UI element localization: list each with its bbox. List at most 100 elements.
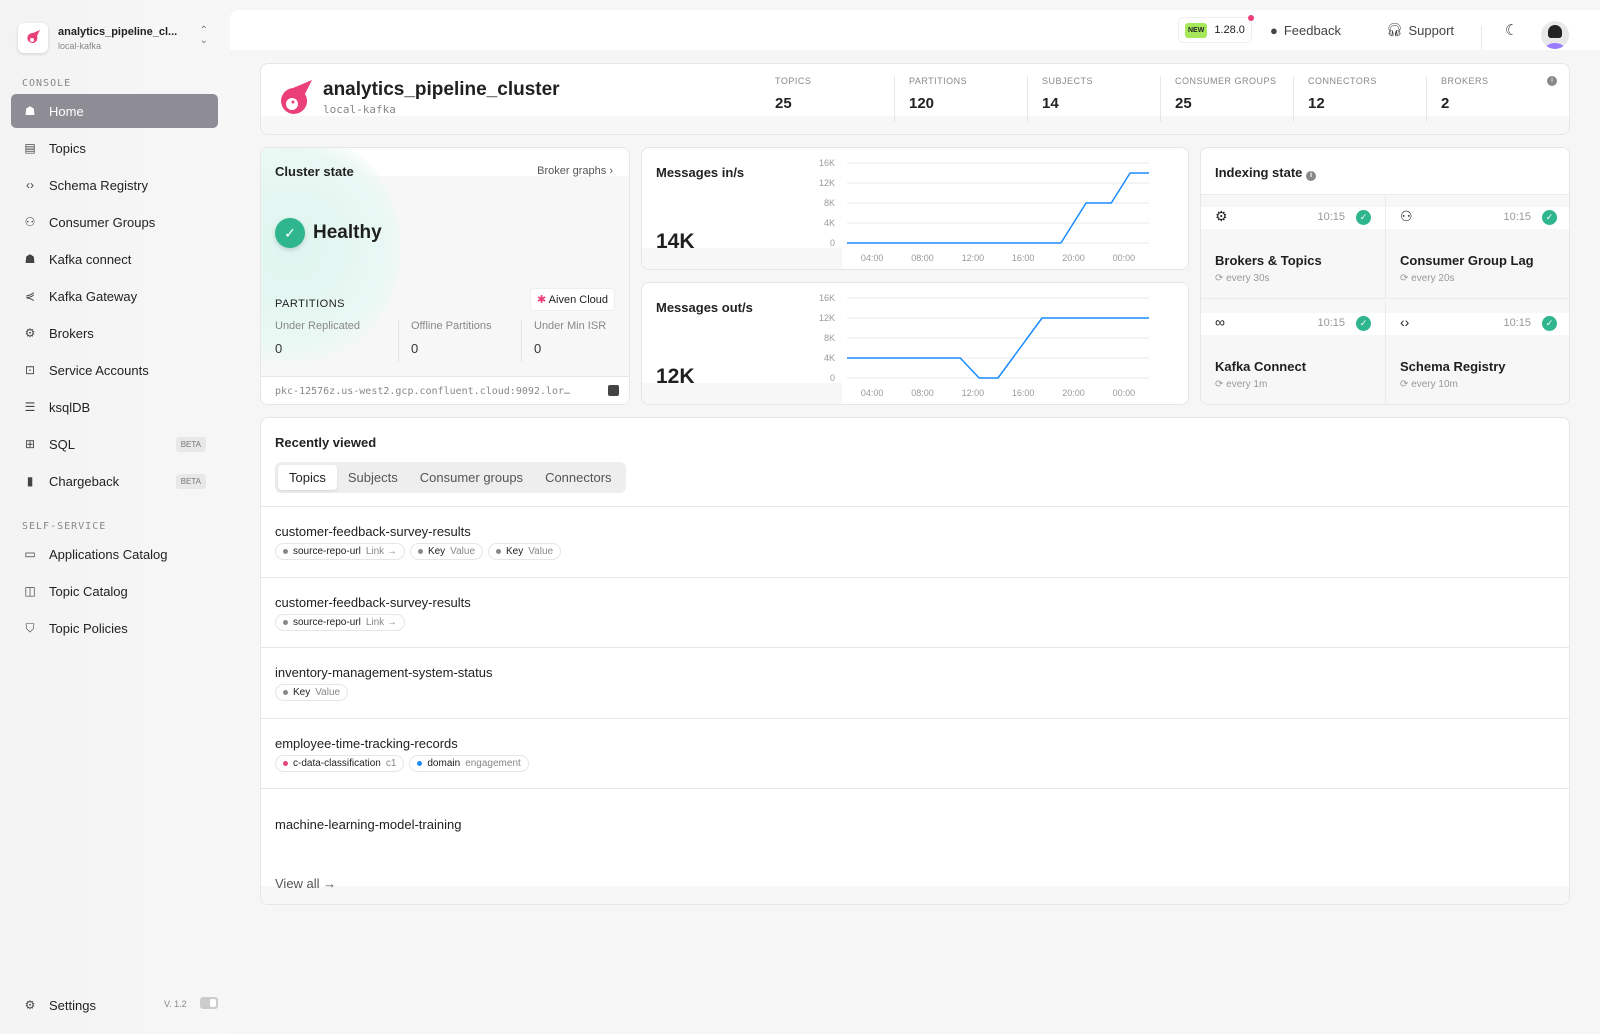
stat-partitions: PARTITIONS 120 xyxy=(894,76,967,122)
sidebar-item-settings[interactable]: ⚙ Settings xyxy=(11,988,218,1022)
topics-icon: ▤ xyxy=(24,141,36,155)
chevron-up-down-icon[interactable]: ⌃ ⌄ xyxy=(200,26,208,46)
topic-name[interactable]: customer-feedback-survey-results xyxy=(275,524,471,539)
dot-icon xyxy=(417,760,423,766)
sidebar-item-service-accounts[interactable]: ⊡ Service Accounts xyxy=(11,353,218,387)
dark-mode-moon-icon[interactable]: ☾ xyxy=(1505,10,1518,50)
chip-key: source-repo-url xyxy=(293,616,361,628)
recent-topic-row[interactable]: machine-learning-model-training xyxy=(261,788,1569,858)
y-tick-label: 4K xyxy=(824,353,835,363)
sidebar-item-topic-policies[interactable]: ⛉ Topic Policies xyxy=(11,611,218,645)
tab-subjects[interactable]: Subjects xyxy=(337,465,409,490)
index-time: 10:15 xyxy=(1317,211,1345,223)
chip-key: c-data-classification xyxy=(293,757,381,769)
tab-consumer-groups[interactable]: Consumer groups xyxy=(409,465,534,490)
avatar[interactable] xyxy=(1541,21,1569,49)
cluster-env: local-kafka xyxy=(323,103,396,116)
broker-graphs-link[interactable]: Broker graphs › xyxy=(537,165,613,177)
interval-text: every 20s xyxy=(1411,273,1455,284)
new-badge: NEW xyxy=(1185,22,1208,38)
label-chip[interactable]: source-repo-url Link → xyxy=(275,613,405,631)
beta-badge: BETA xyxy=(175,473,206,489)
support-button[interactable]: 🎧︎ Support xyxy=(1386,10,1454,50)
topic-name[interactable]: machine-learning-model-training xyxy=(275,817,461,832)
line-chart: 0 4K 8K 12K 16K 04:00 08:00 12:00 16:00 20:00 00:0… xyxy=(819,293,1149,398)
version-badge[interactable]: NEW 1.28.0 xyxy=(1178,15,1254,43)
recently-viewed-card: Recently viewed Topics Subjects Consumer g… xyxy=(260,417,1570,905)
sidebar-item-label: Topic Policies xyxy=(49,620,128,636)
topic-name[interactable]: inventory-management-system-status xyxy=(275,665,492,680)
index-time: 10:15 xyxy=(1317,317,1345,329)
sidebar-item-topic-catalog[interactable]: ◫ Topic Catalog xyxy=(11,574,218,608)
x-tick-label: 04:00 xyxy=(861,388,884,398)
tab-connectors[interactable]: Connectors xyxy=(534,465,622,490)
interval-text: every 1m xyxy=(1226,379,1268,390)
topic-name[interactable]: customer-feedback-survey-results xyxy=(275,595,471,610)
bar-chart-icon: ▮ xyxy=(26,474,34,488)
sidebar-item-kafka-connect[interactable]: ☗ Kafka connect xyxy=(11,242,218,276)
feedback-button[interactable]: ● Feedback xyxy=(1270,10,1341,50)
chip-key: source-repo-url xyxy=(293,546,361,557)
recent-topic-row[interactable]: inventory-management-system-status Key Val… xyxy=(261,647,1569,717)
stat-value: 14 xyxy=(1042,95,1059,112)
sidebar-item-label: Settings xyxy=(49,997,96,1013)
account-lock-icon: ⊡ xyxy=(24,363,36,377)
sidebar-item-topics[interactable]: ▤ Topics xyxy=(11,131,218,165)
chip-value: Value xyxy=(315,687,341,698)
sidebar-item-sql[interactable]: ⊞ SQL BETA xyxy=(11,427,218,461)
y-tick-label: 8K xyxy=(824,198,835,208)
stat-subjects: SUBJECTS 14 xyxy=(1027,76,1093,122)
cluster-selector[interactable]: analytics_pipeline_cl... local-kafka ⌃ ⌄ xyxy=(18,20,218,56)
sidebar-item-brokers[interactable]: ⚙ Brokers xyxy=(11,316,218,350)
hierarchy-icon: ⚇ xyxy=(24,215,36,229)
sidebar-item-label: Topics xyxy=(49,140,86,156)
chip-value: Link → xyxy=(365,616,397,628)
stat-label: BROKERS xyxy=(1441,76,1489,86)
gear-icon: ⚙ xyxy=(24,998,36,1012)
sidebar-collapse-toggle[interactable] xyxy=(200,997,218,1009)
code-icon: ‹› xyxy=(1400,314,1410,330)
y-tick-label: 0 xyxy=(830,373,835,383)
cluster-state-title: Cluster state xyxy=(275,164,354,179)
x-tick-label: 08:00 xyxy=(911,253,934,263)
sidebar-item-consumer-groups[interactable]: ⚇ Consumer Groups xyxy=(11,205,218,239)
sidebar-item-kafka-gateway[interactable]: ⋞ Kafka Gateway xyxy=(11,279,218,313)
section-console: CONSOLE xyxy=(22,78,72,89)
recent-topic-row[interactable]: customer-feedback-survey-results source-r… xyxy=(261,576,1569,647)
tab-topics[interactable]: Topics xyxy=(278,465,337,490)
label-chip: domain engagement xyxy=(409,754,529,772)
sidebar-item-ksqldb[interactable]: ☰ ksqlDB xyxy=(11,390,218,424)
stat-topics: TOPICS 25 xyxy=(761,76,811,122)
recent-tabs: Topics Subjects Consumer groups Connectors xyxy=(275,462,626,493)
info-icon[interactable]: i xyxy=(1306,171,1317,181)
sidebar-item-chargeback[interactable]: ▮ Chargeback BETA xyxy=(11,464,218,498)
copy-icon[interactable] xyxy=(608,385,619,396)
recent-topic-row[interactable]: employee-time-tracking-records c-data-cla… xyxy=(261,717,1569,788)
sidebar-item-schema-registry[interactable]: ‹› Schema Registry xyxy=(11,168,218,202)
recently-viewed-title: Recently viewed xyxy=(275,435,377,450)
kafka-logo-icon xyxy=(18,23,48,53)
check-circle-icon: ✓ xyxy=(1356,210,1371,225)
info-icon[interactable]: i xyxy=(1547,76,1557,86)
recent-topic-row[interactable]: customer-feedback-survey-results source-r… xyxy=(261,506,1569,576)
metric-label: Under Replicated xyxy=(275,320,360,332)
x-tick-label: 16:00 xyxy=(1012,388,1035,398)
view-all-link[interactable]: View all → xyxy=(275,876,336,891)
sidebar: analytics_pipeline_cl... local-kafka ⌃ ⌄ C… xyxy=(0,0,230,1034)
feedback-label: Feedback xyxy=(1283,22,1341,38)
index-name: Consumer Group Lag xyxy=(1400,253,1534,268)
topic-name[interactable]: employee-time-tracking-records xyxy=(275,736,458,751)
sidebar-item-applications-catalog[interactable]: ▭ Applications Catalog xyxy=(11,537,218,571)
y-tick-label: 12K xyxy=(819,178,835,188)
chip-value: Value xyxy=(528,546,554,557)
y-tick-label: 12K xyxy=(819,313,835,323)
sidebar-item-label: Chargeback xyxy=(49,473,120,489)
x-tick-label: 08:00 xyxy=(911,388,934,398)
connect-icon: ☗ xyxy=(24,252,36,266)
indexing-title: Indexing state xyxy=(1215,165,1303,180)
stat-label: TOPICS xyxy=(775,76,812,86)
health-status: Healthy xyxy=(313,222,382,243)
sidebar-item-home[interactable]: ☗ Home xyxy=(11,94,218,128)
label-chip[interactable]: source-repo-url Link → xyxy=(275,543,405,560)
stat-label: CONNECTORS xyxy=(1308,76,1377,86)
